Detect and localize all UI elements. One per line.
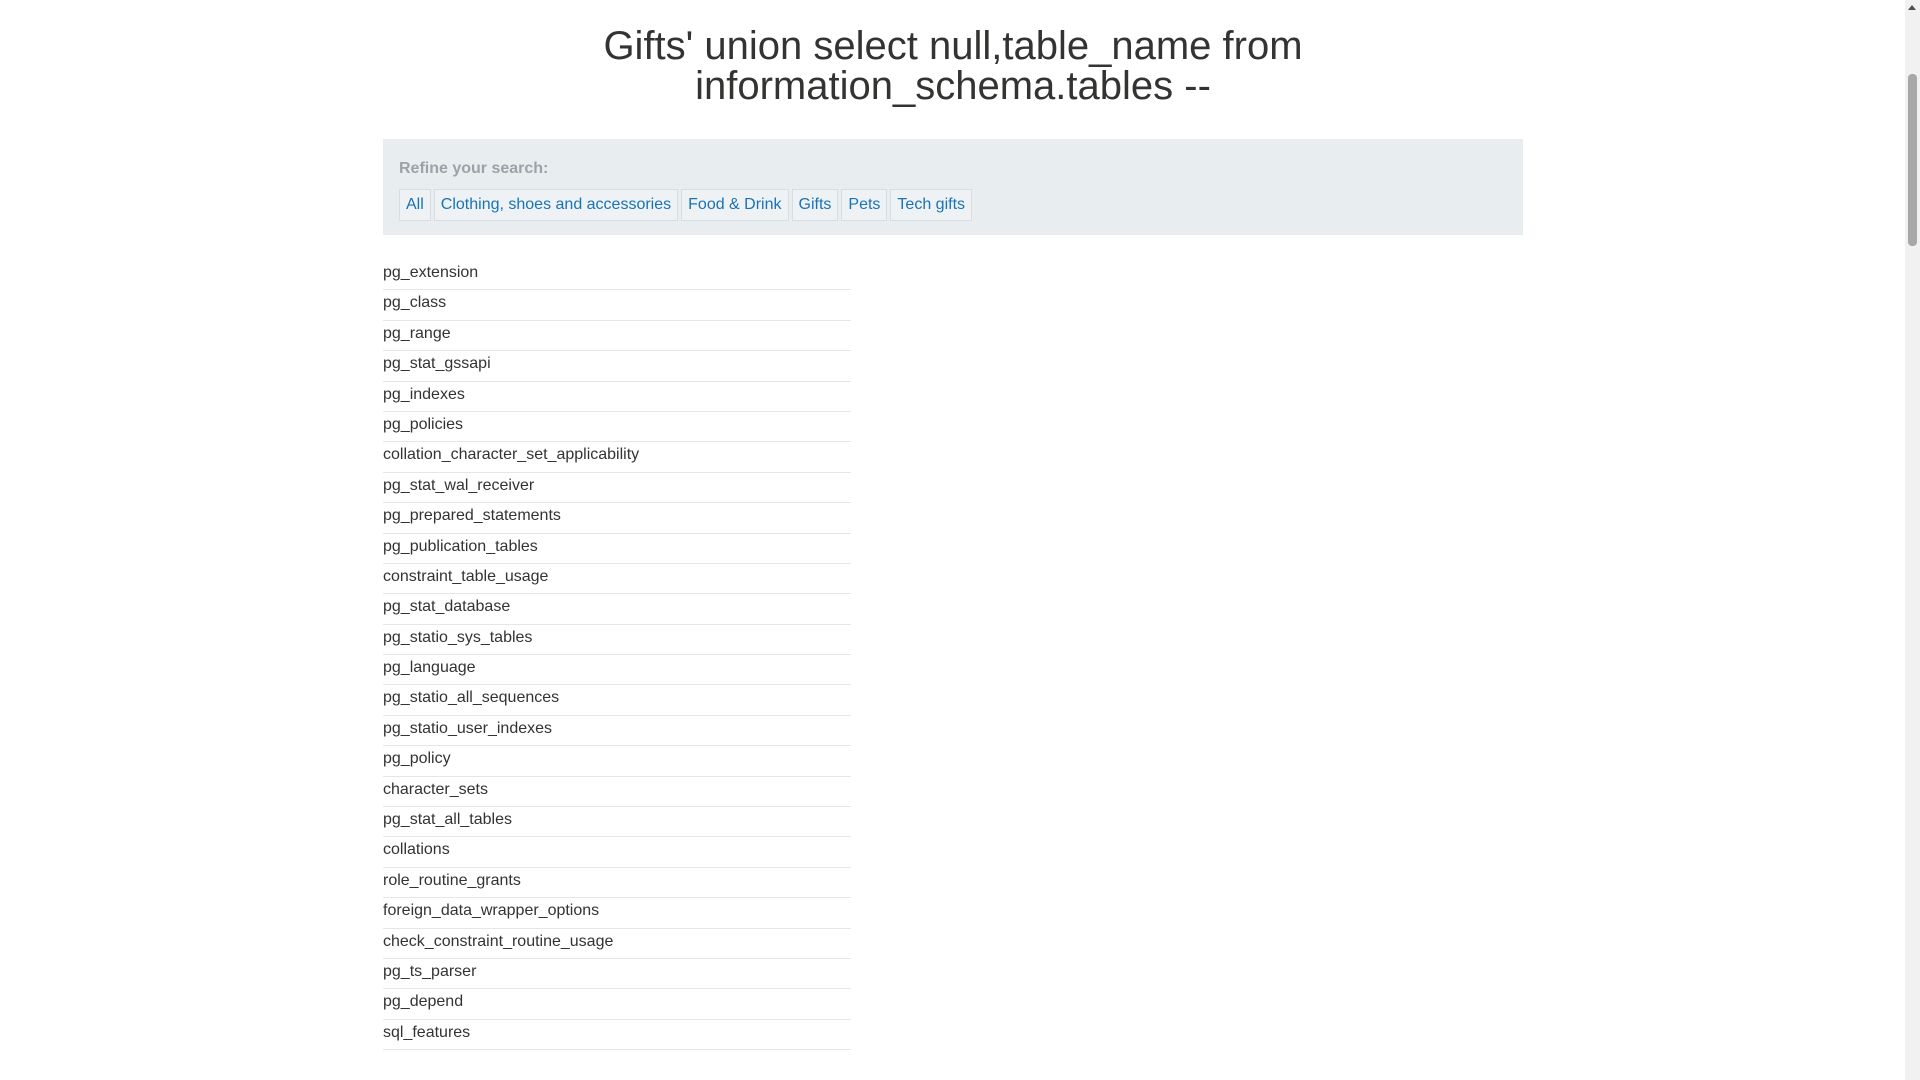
result-row: pg_extension <box>383 260 851 291</box>
result-row: pg_statio_user_indexes <box>383 716 851 747</box>
result-row: pg_ts_parser <box>383 959 851 990</box>
result-row: pg_statio_all_sequences <box>383 685 851 716</box>
filter-tech-gifts[interactable]: Tech gifts <box>890 189 973 221</box>
scroll-up-arrow-icon[interactable] <box>1908 5 1916 10</box>
page-title: Gifts' union select null,table_name from… <box>383 0 1523 106</box>
result-row: pg_language <box>383 655 851 686</box>
vertical-scrollbar[interactable] <box>1905 0 1920 1080</box>
result-row: pg_class <box>383 290 851 321</box>
page-title-line-2: information_schema.tables -- <box>695 64 1211 108</box>
filter-all[interactable]: All <box>399 189 431 221</box>
main-content: Gifts' union select null,table_name from… <box>383 0 1523 1066</box>
page: Gifts' union select null,table_name from… <box>0 0 1920 1080</box>
result-row: pg_policies <box>383 412 851 443</box>
result-row: pg_stat_database <box>383 594 851 625</box>
filter-clothing-shoes-accessories[interactable]: Clothing, shoes and accessories <box>433 189 679 221</box>
result-row: pg_stat_wal_receiver <box>383 473 851 504</box>
result-row: character_sets <box>383 777 851 808</box>
result-row: pg_policy <box>383 746 851 777</box>
result-row: pg_stat_gssapi <box>383 351 851 382</box>
refine-search-panel: Refine your search: All Clothing, shoes … <box>383 139 1523 235</box>
result-row: pg_statio_sys_tables <box>383 625 851 656</box>
result-row: sql_features <box>383 1020 851 1051</box>
category-filters: All Clothing, shoes and accessories Food… <box>399 189 1507 221</box>
result-row: role_routine_grants <box>383 868 851 899</box>
filter-pets[interactable]: Pets <box>841 189 888 221</box>
scrollbar-thumb[interactable] <box>1908 74 1917 246</box>
result-row: pg_publication_tables <box>383 534 851 564</box>
result-row: pg_prepared_statements <box>383 503 851 534</box>
result-row: pg_range <box>383 321 851 352</box>
result-row: collations <box>383 837 851 868</box>
result-row: foreign_data_wrapper_options <box>383 898 851 929</box>
result-row: check_constraint_routine_usage <box>383 929 851 959</box>
result-row: constraint_table_usage <box>383 564 851 595</box>
results-list: pg_extension pg_class pg_range pg_stat_gssa… <box>383 260 851 1051</box>
result-row: pg_indexes <box>383 382 851 412</box>
filter-gifts[interactable]: Gifts <box>791 189 839 221</box>
result-row: pg_stat_all_tables <box>383 807 851 838</box>
page-title-line-1: Gifts' union select null,table_name from <box>603 24 1303 68</box>
result-row: pg_depend <box>383 989 851 1020</box>
filter-food-drink[interactable]: Food & Drink <box>681 189 789 221</box>
result-row: collation_character_set_applicability <box>383 442 851 473</box>
refine-search-label: Refine your search: <box>399 160 549 177</box>
